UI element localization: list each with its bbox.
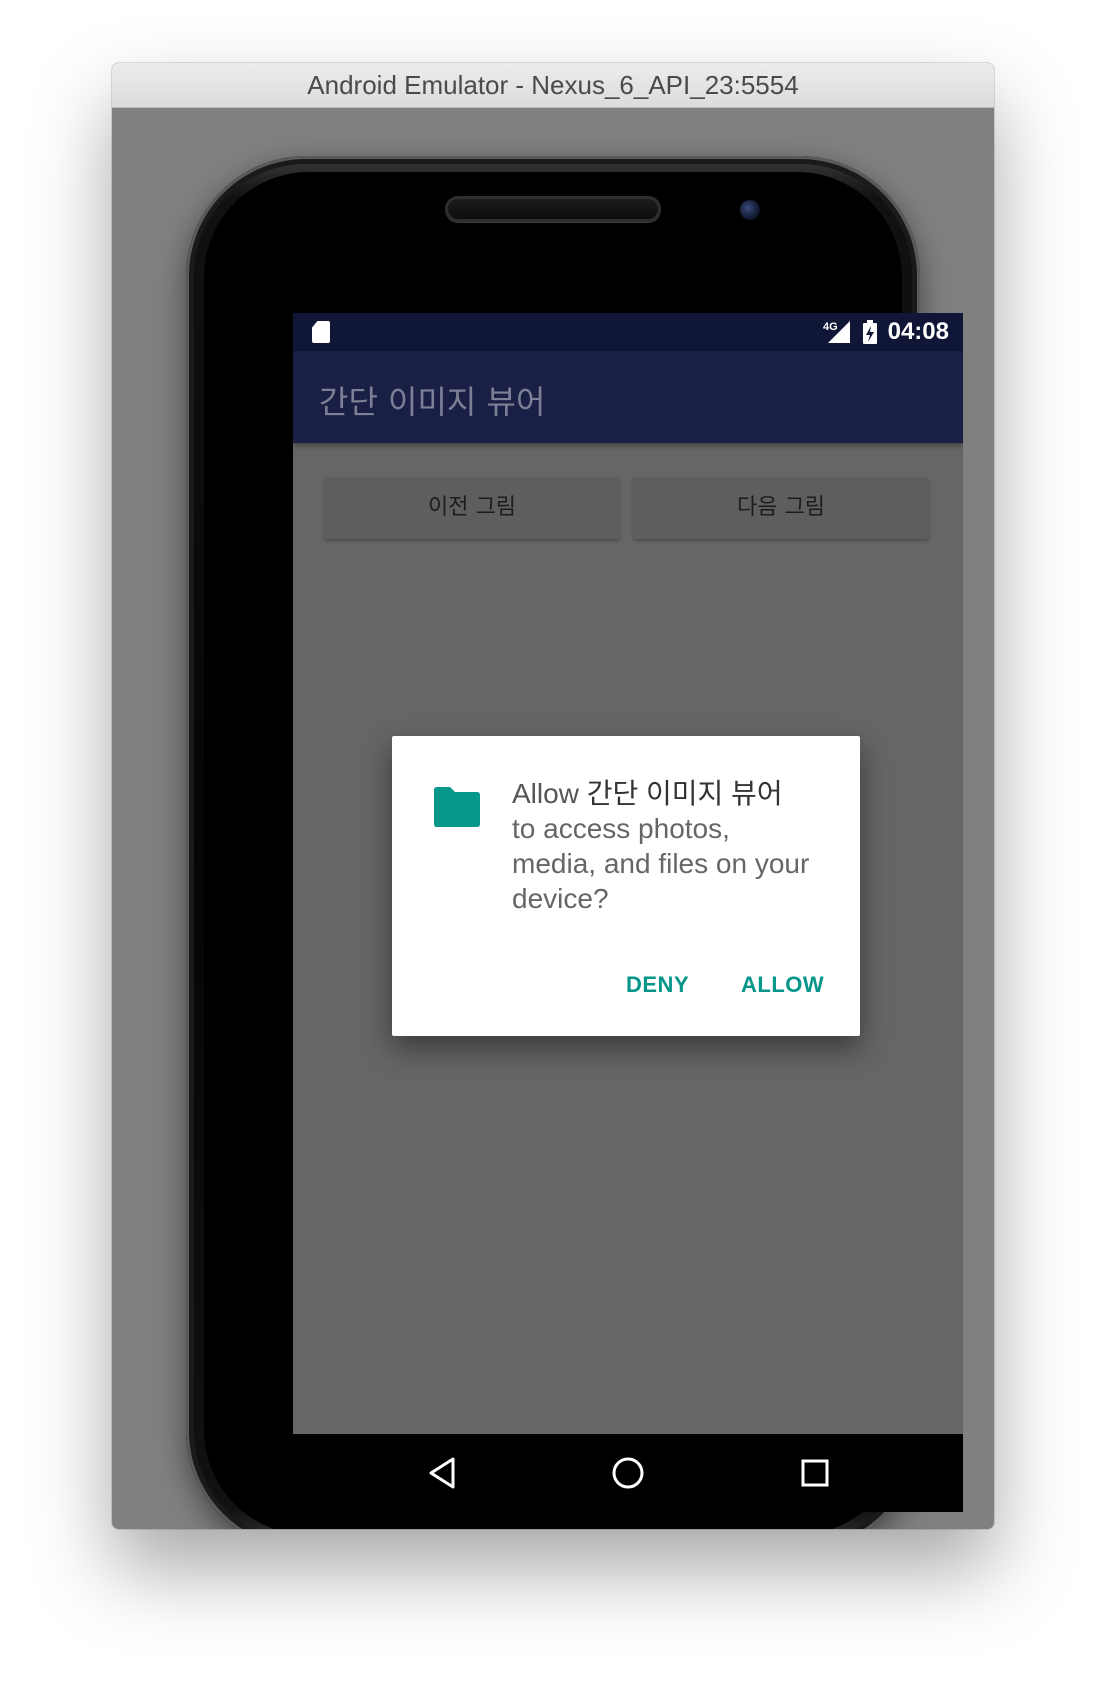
status-right-group: 4G 04:08 xyxy=(822,313,949,351)
next-image-button[interactable]: 다음 그림 xyxy=(633,477,929,539)
window-title: Android Emulator - Nexus_6_API_23:5554 xyxy=(112,63,994,108)
permission-message-prefix: Allow xyxy=(512,778,587,809)
permission-message-suffix: to access photos, media, and files on yo… xyxy=(512,813,810,914)
front-camera xyxy=(740,200,760,220)
folder-icon xyxy=(432,786,482,828)
emulator-window: Android Emulator - Nexus_6_API_23:5554 4… xyxy=(112,63,994,1529)
network-type-label: 4G xyxy=(823,321,838,333)
permission-dialog: Allow 간단 이미지 뷰어 to access photos, media,… xyxy=(392,736,860,1036)
battery-charging-icon xyxy=(862,319,878,345)
deny-button[interactable]: DENY xyxy=(626,972,689,998)
status-clock: 04:08 xyxy=(887,318,949,345)
phone-frame: 4G 04:08 간단 이미지 뷰어 이전 그림 다음 그림 Allow 간단 … xyxy=(186,156,963,1529)
allow-button[interactable]: ALLOW xyxy=(741,972,824,998)
navigation-bar xyxy=(293,1434,963,1512)
sd-card-icon xyxy=(312,321,330,343)
previous-image-button[interactable]: 이전 그림 xyxy=(324,477,620,539)
signal-icon: 4G xyxy=(822,319,852,345)
device-screen: 4G 04:08 간단 이미지 뷰어 이전 그림 다음 그림 Allow 간단 … xyxy=(293,313,963,1512)
back-triangle-icon[interactable] xyxy=(423,1454,461,1492)
earpiece-speaker xyxy=(445,196,661,222)
permission-message: Allow 간단 이미지 뷰어 to access photos, media,… xyxy=(512,776,812,916)
permission-app-name: 간단 이미지 뷰어 xyxy=(586,778,783,809)
status-bar: 4G 04:08 xyxy=(293,313,963,351)
home-circle-icon[interactable] xyxy=(609,1454,647,1492)
app-bar: 간단 이미지 뷰어 xyxy=(293,351,963,443)
app-title: 간단 이미지 뷰어 xyxy=(319,383,546,421)
emulator-viewport: 4G 04:08 간단 이미지 뷰어 이전 그림 다음 그림 Allow 간단 … xyxy=(112,108,994,1529)
recents-square-icon[interactable] xyxy=(796,1454,834,1492)
